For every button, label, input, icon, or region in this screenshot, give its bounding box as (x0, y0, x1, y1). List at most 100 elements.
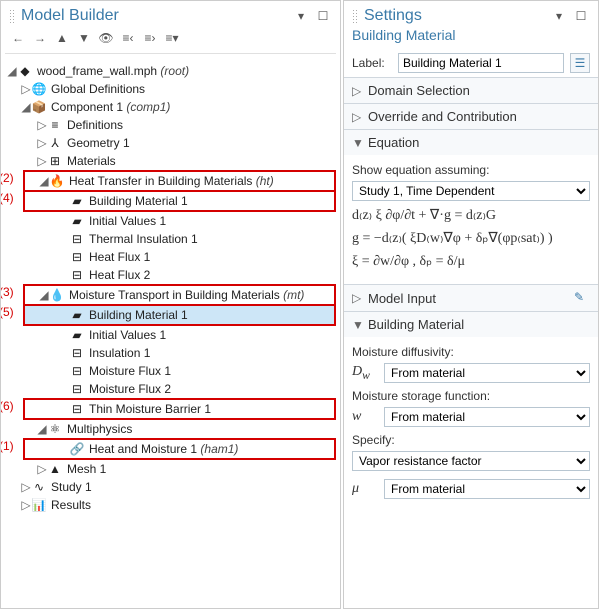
model-builder-toolbar: ← → ▲ ▼ 👁 ≡‹ ≡› ≡▾ (1, 27, 340, 49)
tree-ht-heat-flux-1[interactable]: ⊟Heat Flux 1 (1, 248, 340, 266)
boundary-icon: ⊟ (69, 231, 85, 247)
equation-3: ξ = ∂w/∂φ , δₚ = δ/μ (352, 253, 590, 270)
coupling-icon: 🔗 (69, 441, 85, 457)
forward-icon[interactable]: → (31, 29, 49, 47)
materials-icon: ⊞ (47, 153, 63, 169)
settings-panel: Settings ▾ ☐ Building Material Label: ☰ … (343, 0, 599, 609)
label-field-row: Label: ☰ (344, 49, 598, 77)
tree-global-definitions[interactable]: ▷ 🌐 Global Definitions (1, 80, 340, 98)
tree-root[interactable]: ◢ ◆ wood_frame_wall.mph (root) (1, 62, 340, 80)
tree-study[interactable]: ▷∿Study 1 (1, 478, 340, 496)
tree-mt-insulation[interactable]: ⊟Insulation 1 (1, 344, 340, 362)
model-tree[interactable]: ◢ ◆ wood_frame_wall.mph (root) ▷ 🌐 Globa… (1, 58, 340, 518)
boundary-icon: ⊟ (69, 267, 85, 283)
tree-component[interactable]: ◢ 📦 Component 1 (comp1) (1, 98, 340, 116)
panel-menu-icon[interactable]: ☐ (572, 7, 590, 25)
globe-icon: 🌐 (31, 81, 47, 97)
down-icon[interactable]: ▼ (75, 29, 93, 47)
annotation-4: (4) (1, 191, 14, 205)
results-icon: 📊 (31, 497, 47, 513)
chevron-right-icon: ▷ (352, 110, 362, 124)
expander-icon[interactable]: ◢ (7, 64, 17, 78)
tree-ht-heat-flux-2[interactable]: ⊟Heat Flux 2 (1, 266, 340, 284)
tree-mt-moisture-flux-2[interactable]: ⊟Moisture Flux 2 (1, 380, 340, 398)
defs-icon: ≡ (47, 117, 63, 133)
geometry-icon: ⅄ (47, 135, 63, 151)
tree-materials[interactable]: ▷⊞ Materials (1, 152, 340, 170)
more-icon[interactable]: ▾ (550, 7, 568, 25)
settings-header: Settings ▾ ☐ (344, 1, 598, 27)
tree-multiphysics[interactable]: ◢⚛Multiphysics (1, 420, 340, 438)
go-to-source-icon[interactable]: ☰ (570, 53, 590, 73)
section-equation[interactable]: ▼ Equation (344, 129, 598, 155)
model-builder-title: Model Builder (21, 7, 292, 25)
expand-icon[interactable]: ≡› (141, 29, 159, 47)
boundary-icon: ⊟ (69, 381, 85, 397)
tree-mesh[interactable]: ▷▲Mesh 1 (1, 460, 340, 478)
up-icon[interactable]: ▲ (53, 29, 71, 47)
dw-symbol: Dw (352, 364, 376, 382)
back-icon[interactable]: ← (9, 29, 27, 47)
panel-menu-icon[interactable]: ☐ (314, 7, 332, 25)
section-model-input[interactable]: ▷ Model Input ✎ (344, 284, 598, 311)
tree-mt-initial-values[interactable]: ▰Initial Values 1 (1, 326, 340, 344)
mesh-icon: ▲ (47, 461, 63, 477)
tree-mt-moisture-flux-1[interactable]: ⊟Moisture Flux 1 (1, 362, 340, 380)
tree-mt-thin-barrier[interactable]: ⊟Thin Moisture Barrier 1 (25, 400, 334, 418)
tree-geometry[interactable]: ▷⅄ Geometry 1 (1, 134, 340, 152)
specify-label: Specify: (352, 433, 590, 447)
section-building-material[interactable]: ▼ Building Material (344, 311, 598, 337)
annotation-3: (3) (1, 285, 14, 299)
heat-icon: 🔥 (49, 173, 65, 189)
equation-body: Show equation assuming: Study 1, Time De… (344, 155, 598, 284)
boundary-icon: ⊟ (69, 363, 85, 379)
label-label: Label: (352, 56, 392, 70)
tree-definitions[interactable]: ▷≡ Definitions (1, 116, 340, 134)
annotation-6: (6) (1, 399, 14, 413)
expander-icon[interactable]: ▷ (21, 82, 31, 96)
list-icon[interactable]: ≡▾ (163, 29, 181, 47)
edit-icon[interactable]: ✎ (574, 290, 590, 306)
material-node-icon: ▰ (69, 307, 85, 323)
moisture-diffusivity-label: Moisture diffusivity: (352, 345, 590, 359)
tree-ht-thermal-insulation[interactable]: ⊟Thermal Insulation 1 (1, 230, 340, 248)
label-input[interactable] (398, 53, 564, 73)
material-node-icon: ▰ (69, 193, 85, 209)
study-select[interactable]: Study 1, Time Dependent (352, 181, 590, 201)
model-builder-panel: Model Builder ▾ ☐ ← → ▲ ▼ 👁 ≡‹ ≡› ≡▾ ◢ ◆… (0, 0, 341, 609)
tree-mt-building-material[interactable]: ▰ Building Material 1 (25, 306, 334, 324)
tree-results[interactable]: ▷📊Results (1, 496, 340, 514)
settings-title: Settings (364, 7, 550, 25)
settings-subtitle: Building Material (344, 27, 598, 49)
moisture-icon: 💧 (49, 287, 65, 303)
collapse-icon[interactable]: ≡‹ (119, 29, 137, 47)
drag-handle-icon[interactable] (9, 9, 15, 23)
boundary-icon: ⊟ (69, 249, 85, 265)
annotation-1: (1) (1, 439, 14, 453)
show-equation-label: Show equation assuming: (352, 163, 590, 177)
annotation-5: (5) (1, 305, 14, 319)
more-icon[interactable]: ▾ (292, 7, 310, 25)
tree-moisture-transport[interactable]: ◢💧 Moisture Transport in Building Materi… (25, 286, 334, 304)
mu-select[interactable]: From material (384, 479, 590, 499)
section-override[interactable]: ▷ Override and Contribution (344, 103, 598, 129)
chevron-down-icon: ▼ (352, 136, 362, 150)
equation-2: g = −d₍z₎( ξD₍w₎∇φ + δₚ∇(φp₍sat₎) ) (352, 230, 590, 247)
component-icon: 📦 (31, 99, 47, 115)
tree-ht-building-material[interactable]: ▰ Building Material 1 (25, 192, 334, 210)
building-material-body: Moisture diffusivity: Dw From material M… (344, 337, 598, 513)
section-domain-selection[interactable]: ▷ Domain Selection (344, 77, 598, 103)
tree-heat-transfer[interactable]: ◢🔥 Heat Transfer in Building Materials (… (25, 172, 334, 190)
tree-ht-initial-values[interactable]: ▰Initial Values 1 (1, 212, 340, 230)
boundary-icon: ⊟ (69, 401, 85, 417)
dw-select[interactable]: From material (384, 363, 590, 383)
chevron-right-icon: ▷ (352, 291, 362, 305)
drag-handle-icon[interactable] (352, 9, 358, 23)
equation-1: d₍z₎ ξ ∂φ/∂t + ∇·g = d₍z₎G (352, 207, 590, 224)
w-select[interactable]: From material (384, 407, 590, 427)
specify-select[interactable]: Vapor resistance factor (352, 451, 590, 471)
tree-heat-and-moisture[interactable]: 🔗Heat and Moisture 1 (ham1) (25, 440, 334, 458)
expander-icon[interactable]: ◢ (21, 100, 31, 114)
show-icon[interactable]: 👁 (97, 29, 115, 47)
boundary-icon: ⊟ (69, 345, 85, 361)
